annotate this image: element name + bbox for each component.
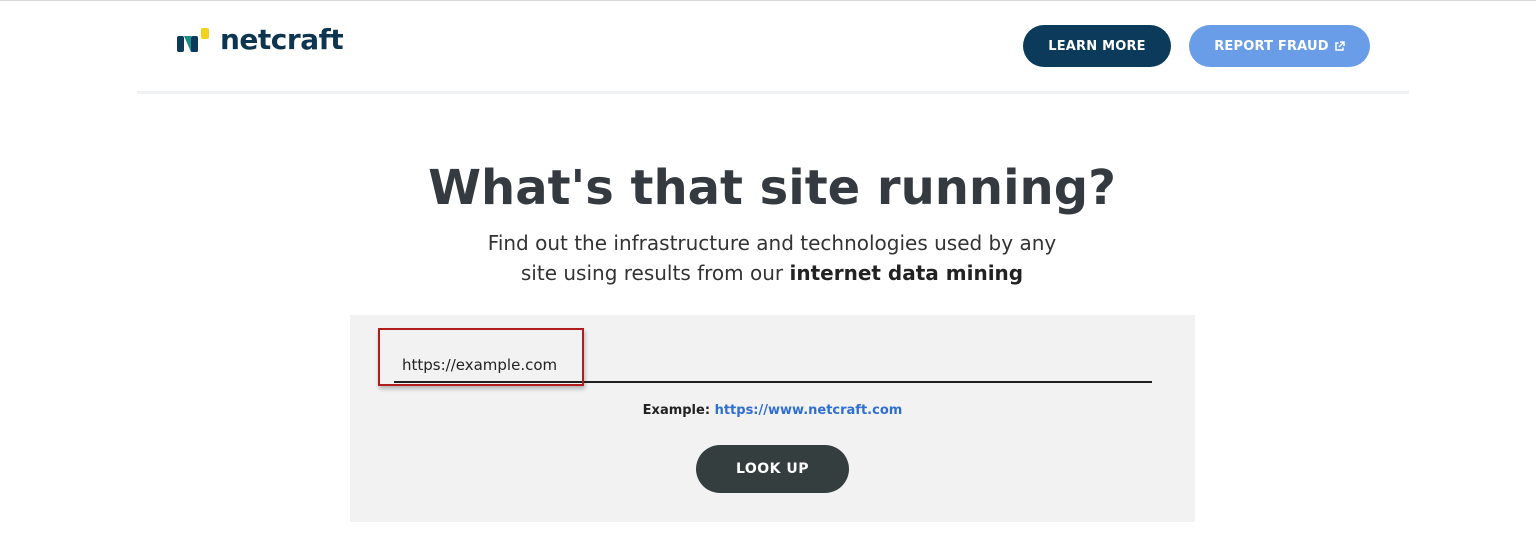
external-link-icon xyxy=(1335,40,1345,51)
subtitle-line-1: Find out the infrastructure and technolo… xyxy=(487,231,1057,255)
example-label: Example: xyxy=(642,403,711,418)
page-title: What's that site running? xyxy=(428,160,1116,216)
example-link[interactable]: https://www.netcraft.com xyxy=(715,403,903,418)
look-up-button[interactable]: LOOK UP xyxy=(696,445,849,493)
url-input[interactable] xyxy=(394,349,1152,383)
subtitle-prefix: site using results from our xyxy=(520,261,790,285)
top-border xyxy=(0,0,1536,1)
logo-text: netcraft xyxy=(220,23,344,56)
learn-more-button[interactable]: LEARN MORE xyxy=(1023,25,1171,67)
header-divider xyxy=(137,91,1409,94)
report-fraud-button[interactable]: REPORT FRAUD xyxy=(1189,25,1370,67)
netcraft-logo[interactable]: netcraft xyxy=(176,23,344,56)
search-panel: Example: https://www.netcraft.com LOOK U… xyxy=(350,315,1195,522)
report-fraud-label: REPORT FRAUD xyxy=(1214,38,1329,54)
subtitle-emphasis: internet data mining xyxy=(789,261,1024,285)
subtitle-line-2: site using results from our internet dat… xyxy=(0,258,1536,288)
example-hint: Example: https://www.netcraft.com xyxy=(350,403,1195,418)
netcraft-logo-icon xyxy=(177,28,209,52)
